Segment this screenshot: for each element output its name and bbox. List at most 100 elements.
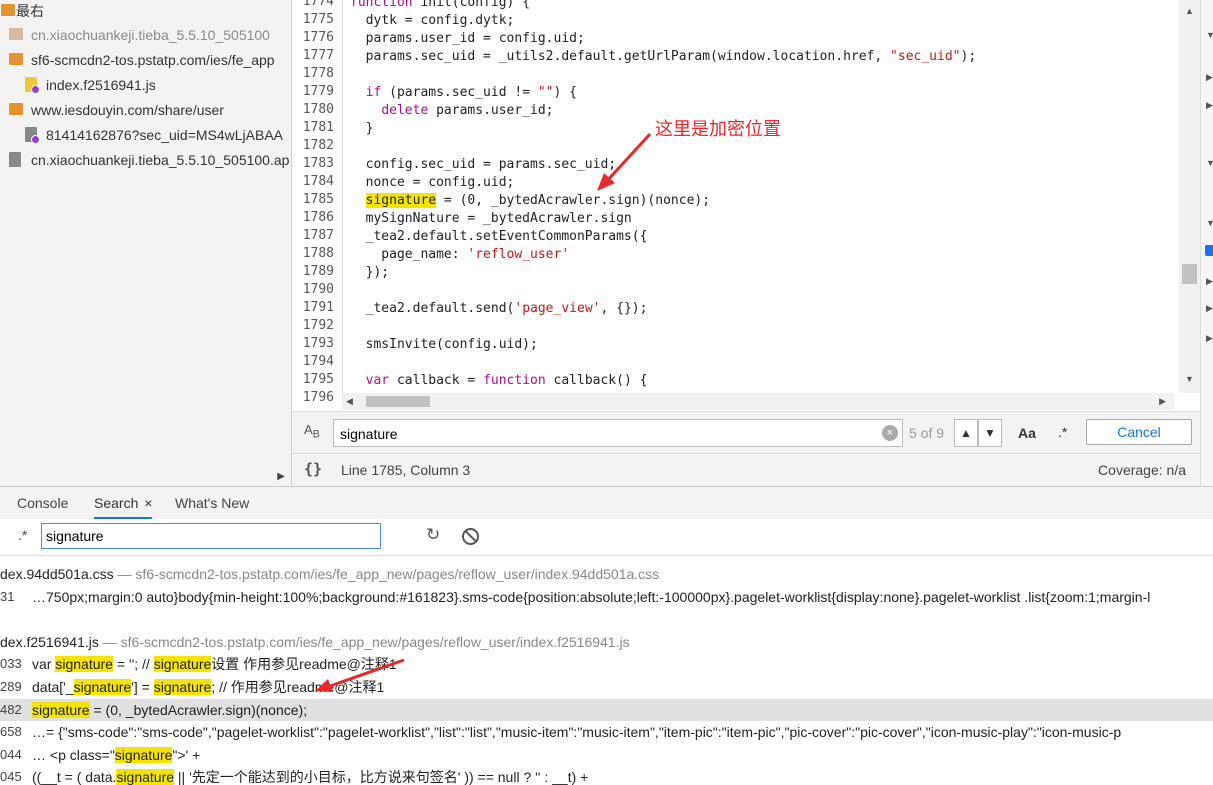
scroll-up-arrow-icon[interactable]: ▲ [1185,6,1194,16]
vertical-scrollbar[interactable]: ▲ ▼ [1179,0,1200,393]
result-line-text: ((__t = ( data.signature || '先定一个能达到的小目标… [32,769,589,785]
find-input[interactable] [338,423,862,445]
horizontal-scrollbar[interactable]: ◀ ▶ [342,393,1174,410]
scroll-right-arrow-icon[interactable]: ▶ [277,471,285,482]
result-match-line[interactable]: 044 … <p class="signature">' + [0,744,1213,766]
line-number[interactable]: 1782 [303,138,334,153]
line-number[interactable]: 1775 [303,12,334,27]
code-line[interactable]: dytk = config.dytk; [350,12,515,30]
line-number[interactable]: 1788 [303,246,334,261]
code-line[interactable]: _tea2.default.setEventCommonParams({ [350,228,648,246]
debugger-side-panel: ▼ ▶ ▶ ▼ ▼ ▶ ▶ ▶ [1200,0,1213,486]
code-line[interactable]: mySignNature = _bytedAcrawler.sign [350,210,632,228]
expand-arrow-icon[interactable]: ▼ [1206,30,1213,40]
line-number[interactable]: 1795 [303,372,334,387]
result-line-text: … <p class="signature">' + [32,746,201,763]
tab-search-label: Search [94,495,139,511]
tab-search[interactable]: Search × [94,495,153,519]
horizontal-scroll-thumb[interactable] [366,396,430,407]
line-number[interactable]: 1776 [303,30,334,45]
code-line[interactable]: _tea2.default.send('page_view', {}); [350,300,648,318]
replace-toggle-icon[interactable]: AB [304,422,320,441]
cancel-button[interactable]: Cancel [1086,419,1192,445]
line-number[interactable]: 1794 [303,354,334,369]
result-match-line[interactable]: 482 signature = (0, _bytedAcrawler.sign)(… [0,698,1213,721]
line-number[interactable]: 1780 [303,102,334,117]
line-number[interactable]: 1793 [303,336,334,351]
tab-whats-new[interactable]: What's New [175,495,249,511]
result-line-text: …750px;margin:0 auto}body{min-height:100… [32,588,1151,605]
result-match-line[interactable]: 658 …= {"sms-code":"sms-code","pagelet-wo… [0,721,1213,743]
code-line[interactable]: delete params.user_id; [350,102,553,120]
result-file-header[interactable]: dex.94dd501a.css — sf6-scmcdn2-tos.pstat… [0,563,1213,585]
result-file-header[interactable]: dex.f2516941.js — sf6-scmcdn2-tos.pstatp… [0,631,1213,653]
regex-toggle-button[interactable]: .* [1058,424,1067,440]
close-tab-icon[interactable]: × [144,495,152,511]
result-line-text: signature = (0, _bytedAcrawler.sign)(non… [32,701,308,718]
result-match-line[interactable]: 289 data['_signature'] = signature; // 作用… [0,676,1213,698]
line-number[interactable]: 1792 [303,318,334,333]
line-number[interactable]: 1791 [303,300,334,315]
expand-arrow-icon[interactable]: ▼ [1206,218,1213,228]
editor-status-bar: {} Line 1785, Column 3 Coverage: n/a [292,453,1200,487]
code-line[interactable]: params.sec_uid = _utils2.default.getUrlP… [350,48,977,66]
clear-search-icon[interactable]: × [882,425,898,441]
code-editor[interactable]: 1774 1775 1776 1777 1778 1779 1780 1781 1782 1783… [292,0,1179,411]
expand-arrow-icon[interactable]: ▶ [1206,72,1213,83]
scroll-right-arrow-icon[interactable]: ▶ [1159,396,1166,407]
pretty-print-icon[interactable]: {} [304,460,322,478]
refresh-icon[interactable]: ↻ [426,525,440,545]
code-line[interactable]: page_name: 'reflow_user' [350,246,569,264]
expand-arrow-icon[interactable]: ▶ [1206,303,1213,314]
code-line[interactable]: nonce = config.uid; [350,174,515,192]
line-number[interactable]: 1783 [303,156,334,171]
line-number[interactable]: 1790 [303,282,334,297]
code-line[interactable]: } [350,120,374,138]
line-number[interactable]: 1781 [303,120,334,135]
global-search-input[interactable] [41,523,381,549]
result-match-line[interactable]: 033 var signature = ''; // signature设置 作用… [0,653,1213,675]
expand-arrow-icon[interactable]: ▶ [1206,333,1213,344]
result-match-line[interactable]: 045 ((__t = ( data.signature || '先定一个能达到的… [0,766,1213,785]
expand-arrow-icon[interactable]: ▼ [1206,158,1213,168]
line-number[interactable]: 1778 [303,66,334,81]
result-line-number: 044 [0,746,22,762]
code-line[interactable]: function init(config) { [350,0,530,12]
code-line[interactable]: signature = (0, _bytedAcrawler.sign)(non… [350,192,710,210]
result-file-name: dex.f2516941.js [0,633,99,650]
line-number[interactable]: 1787 [303,228,334,243]
line-number[interactable]: 1789 [303,264,334,279]
scroll-left-arrow-icon[interactable]: ◀ [346,396,353,407]
result-line-number: 289 [0,679,22,694]
line-number[interactable]: 1785 [303,192,334,207]
regex-toggle-button[interactable]: .* [18,527,27,543]
line-number[interactable]: 1796 [303,390,334,405]
code-line[interactable]: smsInvite(config.uid); [350,336,538,354]
result-match-line[interactable]: 31 …750px;margin:0 auto}body{min-height:1… [0,586,1213,608]
result-line-number: 045 [0,769,22,785]
line-number[interactable]: 1786 [303,210,334,225]
code-line[interactable]: var callback = function callback() { [350,372,648,390]
code-line[interactable]: config.sec_uid = params.sec_uid; [350,156,616,174]
line-number[interactable]: 1774 [303,0,334,9]
scroll-down-arrow-icon[interactable]: ▼ [1185,374,1194,384]
checkbox-checked[interactable] [1205,245,1213,256]
code-line[interactable]: if (params.sec_uid != "") { [350,84,577,102]
match-case-button[interactable]: Aa [1018,425,1036,441]
line-number[interactable]: 1784 [303,174,334,189]
js-file-icon [25,77,40,94]
result-line-text: var signature = ''; // signature设置 作用参见r… [32,656,397,673]
code-line[interactable]: }); [350,264,390,282]
code-area[interactable]: function init(config) { dytk = config.dy… [350,0,1170,393]
expand-arrow-icon[interactable]: ▶ [1206,276,1213,287]
tab-console[interactable]: Console [17,495,68,511]
clear-results-icon[interactable] [462,528,479,545]
line-number[interactable]: 1777 [303,48,334,63]
expand-arrow-icon[interactable]: ▶ [1206,100,1213,111]
previous-match-button[interactable]: ▲ [954,419,978,447]
next-match-button[interactable]: ▼ [978,419,1002,447]
line-number[interactable]: 1779 [303,84,334,99]
code-line[interactable]: params.user_id = config.uid; [350,30,585,48]
folder-icon [1,4,15,16]
vertical-scroll-thumb[interactable] [1182,264,1197,284]
